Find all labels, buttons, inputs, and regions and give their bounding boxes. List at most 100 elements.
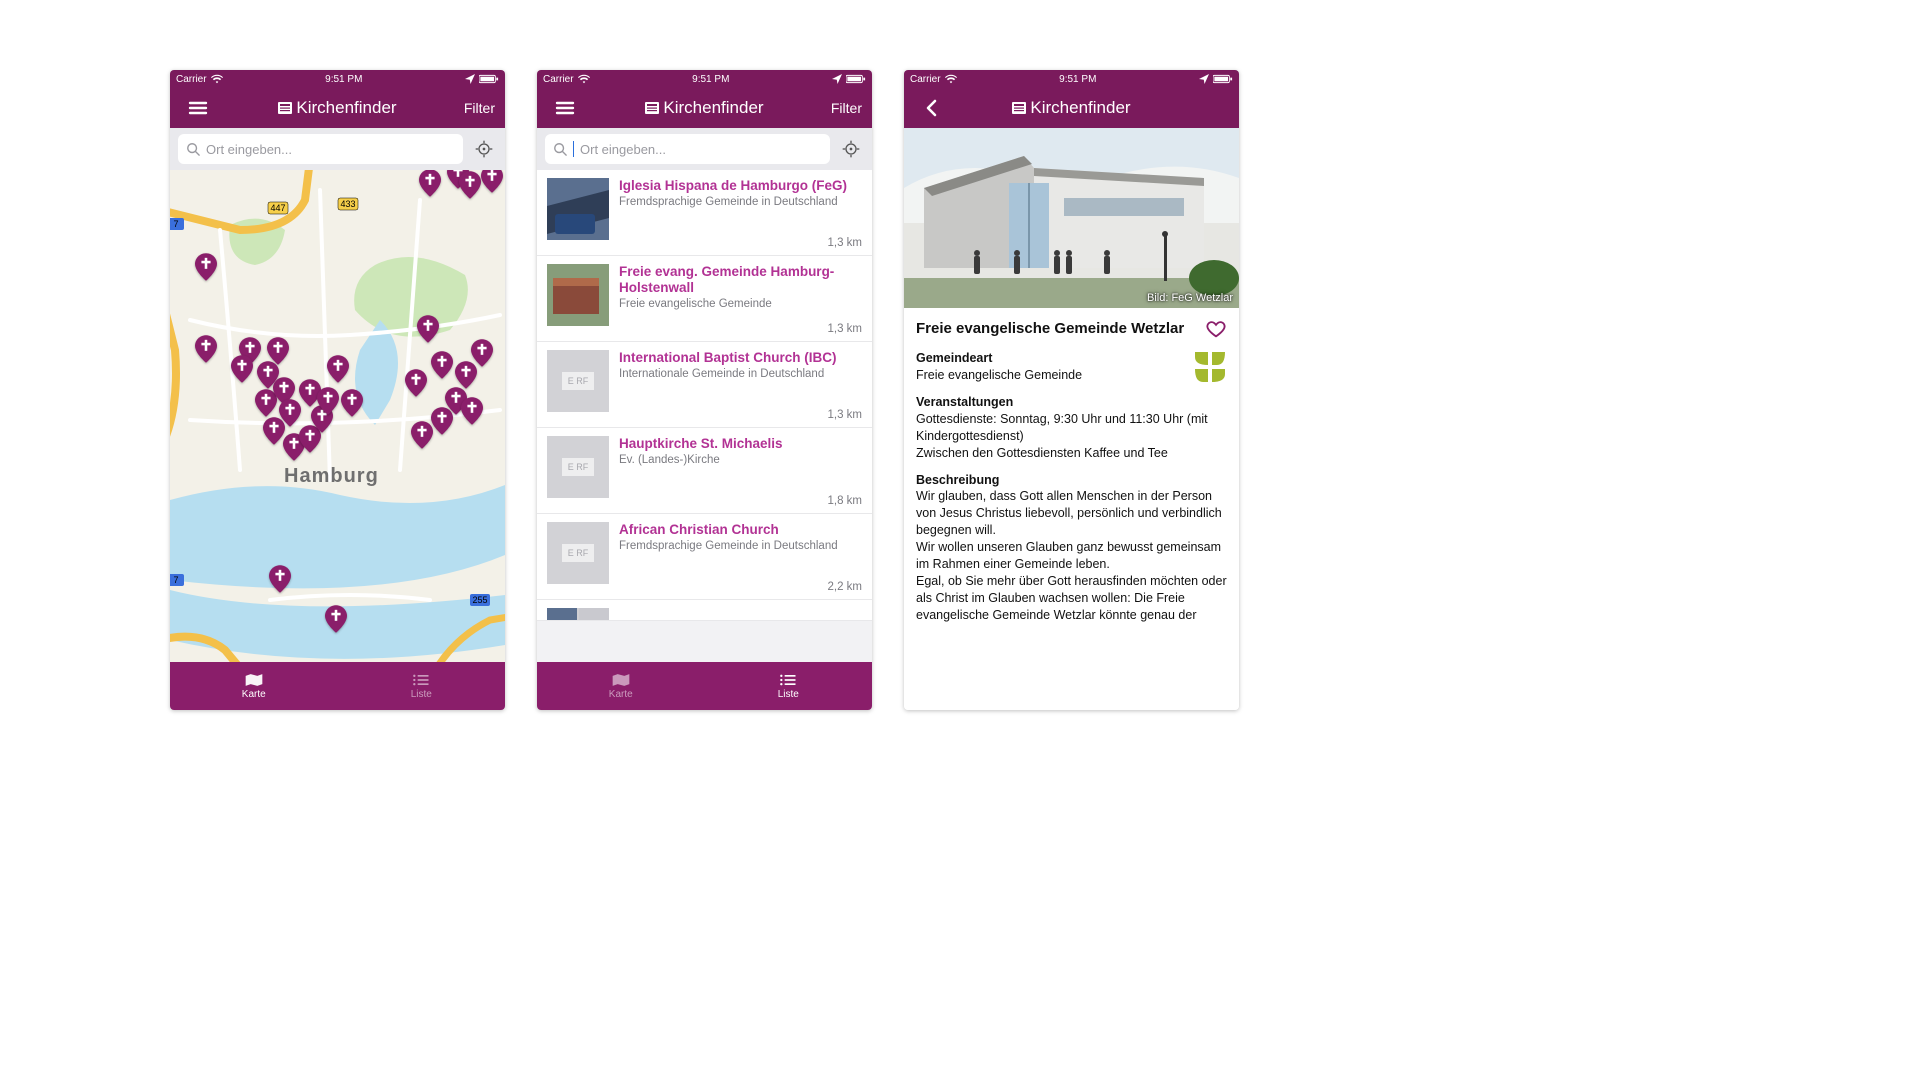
wifi-icon xyxy=(945,74,957,84)
list-item-distance: 1,3 km xyxy=(827,237,862,249)
list-item[interactable]: Freie evang. Gemeinde Hamburg-Holstenwal… xyxy=(537,256,872,342)
svg-text:E RF: E RF xyxy=(568,462,589,472)
list-item-distance: 1,3 km xyxy=(827,409,862,421)
map-pin[interactable] xyxy=(431,351,453,379)
thumbnail-icon xyxy=(547,264,609,326)
svg-text:255: 255 xyxy=(472,595,487,605)
svg-text:E RF: E RF xyxy=(568,548,589,558)
app-logo-icon xyxy=(645,102,659,114)
map-pin[interactable] xyxy=(231,355,253,383)
search-field[interactable] xyxy=(178,134,463,164)
tab-bar: Karte Liste xyxy=(170,662,505,710)
list-item-title: Iglesia Hispana de Hamburgo (FeG) xyxy=(619,178,862,194)
map-pin[interactable] xyxy=(195,335,217,363)
favorite-button[interactable] xyxy=(1205,318,1227,340)
map-pin[interactable] xyxy=(325,605,347,633)
map-pin[interactable] xyxy=(417,315,439,343)
location-arrow-icon xyxy=(465,74,475,84)
tab-list-label: Liste xyxy=(411,689,432,700)
nav-bar: Kirchenfinder Filter xyxy=(170,88,505,128)
tab-map-label: Karte xyxy=(242,689,266,700)
list-item-title: Freie evang. Gemeinde Hamburg-Holstenwal… xyxy=(619,264,862,296)
status-bar: Carrier 9:51 PM xyxy=(537,70,872,88)
svg-text:7: 7 xyxy=(173,575,178,585)
map-pin[interactable] xyxy=(419,170,441,197)
church-title: Freie evangelische Gemeinde Wetzlar xyxy=(916,319,1197,339)
search-bar xyxy=(537,128,872,170)
list-item[interactable]: E RF African Christian Church Fremdsprac… xyxy=(537,514,872,600)
app-logo-icon xyxy=(278,102,292,114)
search-input[interactable] xyxy=(580,142,822,157)
wifi-icon xyxy=(211,74,223,84)
map-pin[interactable] xyxy=(341,389,363,417)
list-item-subtitle: Ev. (Landes-)Kirche xyxy=(619,454,862,466)
list-item[interactable]: Iglesia Hispana de Hamburgo (FeG) Fremds… xyxy=(537,170,872,256)
filter-button[interactable]: Filter xyxy=(816,100,872,116)
tab-list[interactable]: Liste xyxy=(338,662,506,710)
list-item-title: Hauptkirche St. Michaelis xyxy=(619,436,862,452)
carrier-label: Carrier xyxy=(176,74,207,85)
app-title: Kirchenfinder xyxy=(593,98,816,118)
menu-button[interactable] xyxy=(186,96,210,120)
map-tab-icon xyxy=(244,673,264,687)
image-credit: Bild: FeG Wetzlar xyxy=(1147,292,1233,304)
battery-icon xyxy=(846,74,866,84)
locate-me-button[interactable] xyxy=(838,136,864,162)
back-button[interactable] xyxy=(920,96,944,120)
battery-icon xyxy=(1213,74,1233,84)
map-pin[interactable] xyxy=(263,417,285,445)
detail-view[interactable]: Bild: FeG Wetzlar Freie evangelische Gem… xyxy=(904,128,1239,710)
list-item-title: International Baptist Church (IBC) xyxy=(619,350,862,366)
status-bar: Carrier 9:51 PM xyxy=(170,70,505,88)
list-item-title: African Christian Church xyxy=(619,522,862,538)
locate-me-button[interactable] xyxy=(471,136,497,162)
svg-text:7: 7 xyxy=(173,219,178,229)
section-type-value: Freie evangelische Gemeinde xyxy=(916,367,1185,384)
map-pin[interactable] xyxy=(461,397,483,425)
map-pin[interactable] xyxy=(405,369,427,397)
svg-text:E RF: E RF xyxy=(568,376,589,386)
list-item[interactable] xyxy=(537,600,872,621)
tab-bar: Karte Liste xyxy=(537,662,872,710)
nav-bar: Kirchenfinder Filter xyxy=(537,88,872,128)
list-item-subtitle: Fremdsprachige Gemeinde in Deutschland xyxy=(619,540,862,552)
map-pin[interactable] xyxy=(459,171,481,199)
denomination-logo-icon xyxy=(1193,350,1227,384)
map-pin[interactable] xyxy=(317,387,339,415)
list-item[interactable]: E RF International Baptist Church (IBC) … xyxy=(537,342,872,428)
map-pin[interactable] xyxy=(411,421,433,449)
map-base-icon: 447 433 7 7 255 xyxy=(170,170,505,662)
map-pin[interactable] xyxy=(481,170,503,193)
list-item-subtitle: Freie evangelische Gemeinde xyxy=(619,298,862,310)
search-bar xyxy=(170,128,505,170)
svg-text:447: 447 xyxy=(270,203,285,213)
app-logo-icon xyxy=(1012,102,1026,114)
list-item-subtitle: Fremdsprachige Gemeinde in Deutschland xyxy=(619,196,862,208)
thumbnail-icon: E RF xyxy=(547,436,609,498)
map-view[interactable]: 447 433 7 7 255 Hamburg xyxy=(170,170,505,662)
app-title: Kirchenfinder xyxy=(960,98,1183,118)
results-list[interactable]: Iglesia Hispana de Hamburgo (FeG) Fremds… xyxy=(537,170,872,662)
map-pin[interactable] xyxy=(471,339,493,367)
filter-button[interactable]: Filter xyxy=(449,100,505,116)
list-item[interactable]: E RF Hauptkirche St. Michaelis Ev. (Land… xyxy=(537,428,872,514)
list-item-distance: 1,3 km xyxy=(827,323,862,335)
tab-list[interactable]: Liste xyxy=(705,662,873,710)
list-item-distance: 2,2 km xyxy=(827,581,862,593)
carrier-label: Carrier xyxy=(910,74,941,85)
map-pin[interactable] xyxy=(269,565,291,593)
clock-label: 9:51 PM xyxy=(590,74,832,85)
hero-image: Bild: FeG Wetzlar xyxy=(904,128,1239,308)
search-field[interactable] xyxy=(545,134,830,164)
map-pin[interactable] xyxy=(195,253,217,281)
search-icon xyxy=(186,142,200,156)
tab-map-label: Karte xyxy=(609,689,633,700)
tab-map[interactable]: Karte xyxy=(170,662,338,710)
tab-map[interactable]: Karte xyxy=(537,662,705,710)
thumbnail-icon xyxy=(547,608,609,620)
search-input[interactable] xyxy=(206,142,455,157)
city-name-label: Hamburg xyxy=(284,465,379,488)
map-pin[interactable] xyxy=(327,355,349,383)
menu-button[interactable] xyxy=(553,96,577,120)
carrier-label: Carrier xyxy=(543,74,574,85)
